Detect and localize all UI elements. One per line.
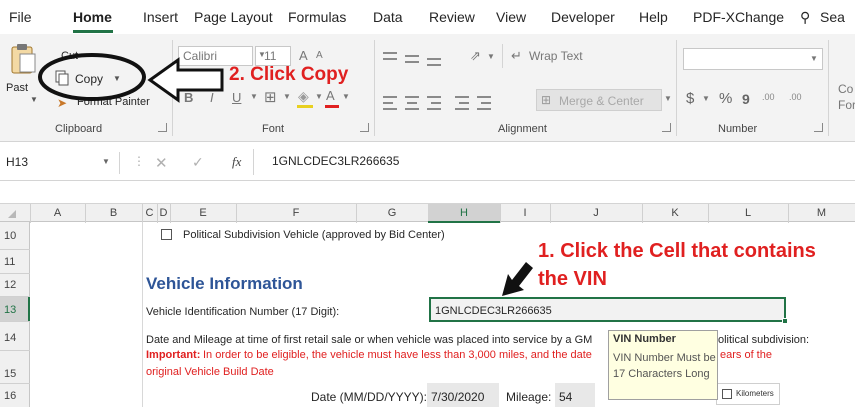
- copy-highlight-circle: [38, 53, 146, 101]
- step2-annotation: 2. Click Copy: [229, 64, 349, 85]
- step1-annotation-line2: the VIN: [538, 268, 607, 290]
- annotation-overlay: [38, 53, 533, 296]
- cell-arrow-icon: [502, 262, 533, 296]
- copy-arrow-icon: [147, 57, 224, 103]
- step1-annotation-line1: 1. Click the Cell that contains: [538, 240, 816, 262]
